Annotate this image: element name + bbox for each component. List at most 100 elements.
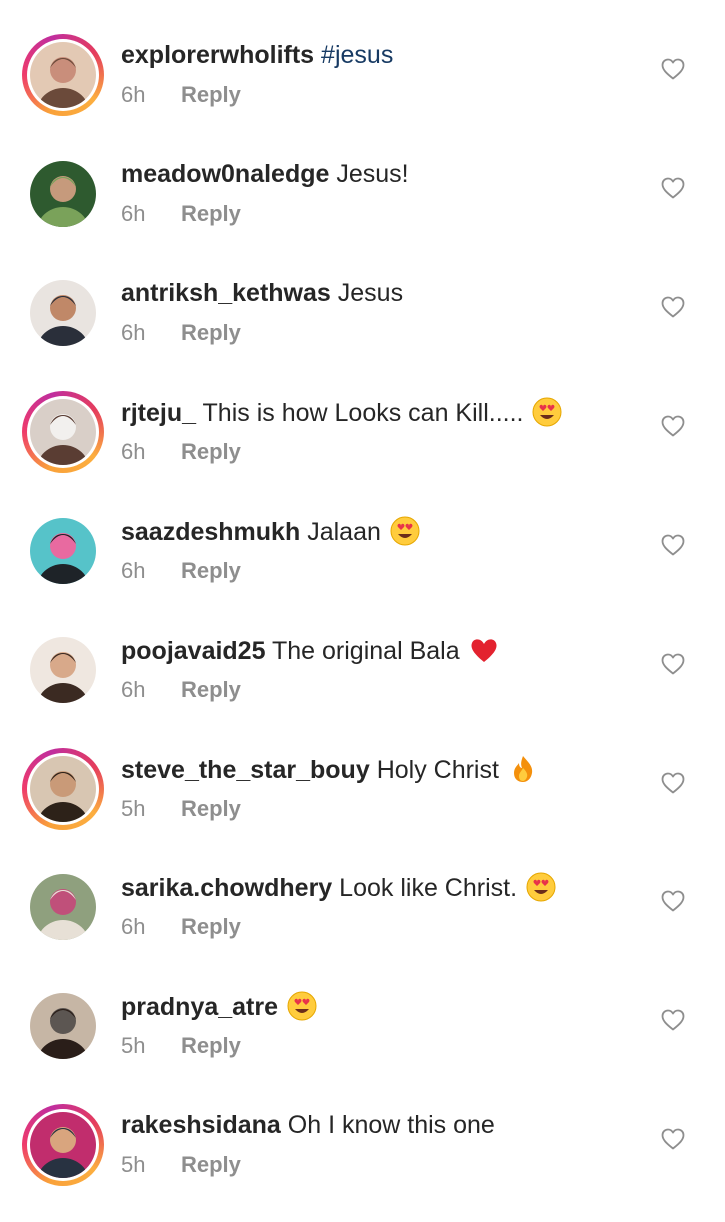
comment-text: sarika.chowdhery Look like Christ. <box>121 872 635 903</box>
comment-timestamp: 6h <box>121 439 146 464</box>
red-heart-emoji-icon <box>471 639 497 662</box>
heart-outline-icon[interactable] <box>661 1128 685 1150</box>
comment-username[interactable]: explorerwholifts <box>121 41 314 69</box>
comment-text: rjteju_ This is how Looks can Kill..... <box>121 397 635 428</box>
comment-text: saazdeshmukh Jalaan <box>121 516 635 547</box>
avatar <box>30 161 96 227</box>
avatar-container[interactable] <box>22 629 104 711</box>
heart-outline-icon[interactable] <box>661 890 685 912</box>
heart-outline-icon[interactable] <box>661 177 685 199</box>
reply-button[interactable]: Reply <box>181 914 241 939</box>
comment-text: explorerwholifts #jesus <box>121 40 635 70</box>
avatar-frame <box>27 634 99 706</box>
avatar-container[interactable] <box>22 866 104 948</box>
comment-username[interactable]: rjteju_ <box>121 399 196 427</box>
avatar-frame <box>27 396 99 468</box>
avatar-frame <box>27 871 99 943</box>
comment-text: steve_the_star_bouy Holy Christ <box>121 754 635 785</box>
avatar-container[interactable] <box>22 510 104 592</box>
avatar-frame <box>27 1109 99 1181</box>
comment-meta: 6h Reply <box>121 80 241 110</box>
comment-meta: 5h Reply <box>121 794 241 824</box>
avatar <box>30 518 96 584</box>
comment-meta: 6h Reply <box>121 556 241 586</box>
avatar-story-ring[interactable] <box>22 34 104 116</box>
comment-text: pradnya_atre <box>121 991 635 1022</box>
avatar <box>30 399 96 465</box>
reply-button[interactable]: Reply <box>181 201 241 226</box>
comment-row: sarika.chowdhery Look like Christ. 6h Rep… <box>0 866 725 984</box>
avatar-story-ring[interactable] <box>22 391 104 473</box>
heart-eyes-emoji-icon <box>532 397 562 427</box>
comment-username[interactable]: steve_the_star_bouy <box>121 756 370 784</box>
comment-timestamp: 6h <box>121 320 146 345</box>
comment-body: Look like Christ. <box>339 874 518 902</box>
comment-body: This is how Looks can Kill..... <box>202 399 524 427</box>
comment-username[interactable]: rakeshsidana <box>121 1111 281 1139</box>
reply-button[interactable]: Reply <box>181 796 241 821</box>
heart-outline-icon[interactable] <box>661 415 685 437</box>
avatar-frame <box>27 753 99 825</box>
reply-button[interactable]: Reply <box>181 558 241 583</box>
reply-button[interactable]: Reply <box>181 439 241 464</box>
avatar-frame <box>27 990 99 1062</box>
avatar <box>30 637 96 703</box>
avatar-frame <box>27 39 99 111</box>
avatar-story-ring[interactable] <box>22 1104 104 1186</box>
comment-meta: 6h Reply <box>121 912 241 942</box>
comment-body: Jesus <box>337 279 404 307</box>
heart-outline-icon[interactable] <box>661 1009 685 1031</box>
comment-username[interactable]: sarika.chowdhery <box>121 874 332 902</box>
comment-row: rakeshsidana Oh I know this one 5h Reply <box>0 1104 725 1222</box>
avatar-container[interactable] <box>22 153 104 235</box>
avatar <box>30 1112 96 1178</box>
comment-timestamp: 5h <box>121 1152 146 1177</box>
comment-timestamp: 5h <box>121 1033 146 1058</box>
comment-meta: 5h Reply <box>121 1150 241 1180</box>
comment-body: Holy Christ <box>376 756 499 784</box>
comment-meta: 6h Reply <box>121 199 241 229</box>
reply-button[interactable]: Reply <box>181 82 241 107</box>
comment-timestamp: 6h <box>121 201 146 226</box>
avatar-frame <box>27 158 99 230</box>
comment-meta: 6h Reply <box>121 318 241 348</box>
comment-timestamp: 6h <box>121 82 146 107</box>
avatar-frame <box>27 515 99 587</box>
comment-username[interactable]: poojavaid25 <box>121 637 266 665</box>
comment-row: meadow0naledge Jesus! 6h Reply <box>0 153 725 271</box>
reply-button[interactable]: Reply <box>181 320 241 345</box>
avatar <box>30 756 96 822</box>
heart-outline-icon[interactable] <box>661 772 685 794</box>
comment-timestamp: 6h <box>121 558 146 583</box>
heart-outline-icon[interactable] <box>661 534 685 556</box>
avatar <box>30 42 96 108</box>
comment-username[interactable]: antriksh_kethwas <box>121 279 331 307</box>
comment-hashtag[interactable]: #jesus <box>321 41 393 69</box>
comment-text: antriksh_kethwas Jesus <box>121 278 635 308</box>
comment-meta: 6h Reply <box>121 675 241 705</box>
heart-eyes-emoji-icon <box>287 991 317 1021</box>
comment-text: poojavaid25 The original Bala <box>121 635 635 666</box>
reply-button[interactable]: Reply <box>181 1033 241 1058</box>
comment-username[interactable]: pradnya_atre <box>121 993 278 1021</box>
reply-button[interactable]: Reply <box>181 677 241 702</box>
comment-username[interactable]: saazdeshmukh <box>121 518 300 546</box>
heart-outline-icon[interactable] <box>661 58 685 80</box>
heart-eyes-emoji-icon <box>390 516 420 546</box>
heart-eyes-emoji-icon <box>526 872 556 902</box>
avatar <box>30 874 96 940</box>
comment-row: antriksh_kethwas Jesus 6h Reply <box>0 272 725 390</box>
comment-username[interactable]: meadow0naledge <box>121 160 329 188</box>
heart-outline-icon[interactable] <box>661 296 685 318</box>
avatar-story-ring[interactable] <box>22 748 104 830</box>
heart-outline-icon[interactable] <box>661 653 685 675</box>
avatar-container[interactable] <box>22 272 104 354</box>
comment-body: Jesus! <box>336 160 409 188</box>
comment-body: Jalaan <box>307 518 381 546</box>
reply-button[interactable]: Reply <box>181 1152 241 1177</box>
comment-body: Oh I know this one <box>287 1111 495 1139</box>
fire-emoji-icon <box>513 756 533 782</box>
comment-row: saazdeshmukh Jalaan 6h Reply <box>0 510 725 628</box>
comment-text: meadow0naledge Jesus! <box>121 159 635 189</box>
avatar-container[interactable] <box>22 985 104 1067</box>
